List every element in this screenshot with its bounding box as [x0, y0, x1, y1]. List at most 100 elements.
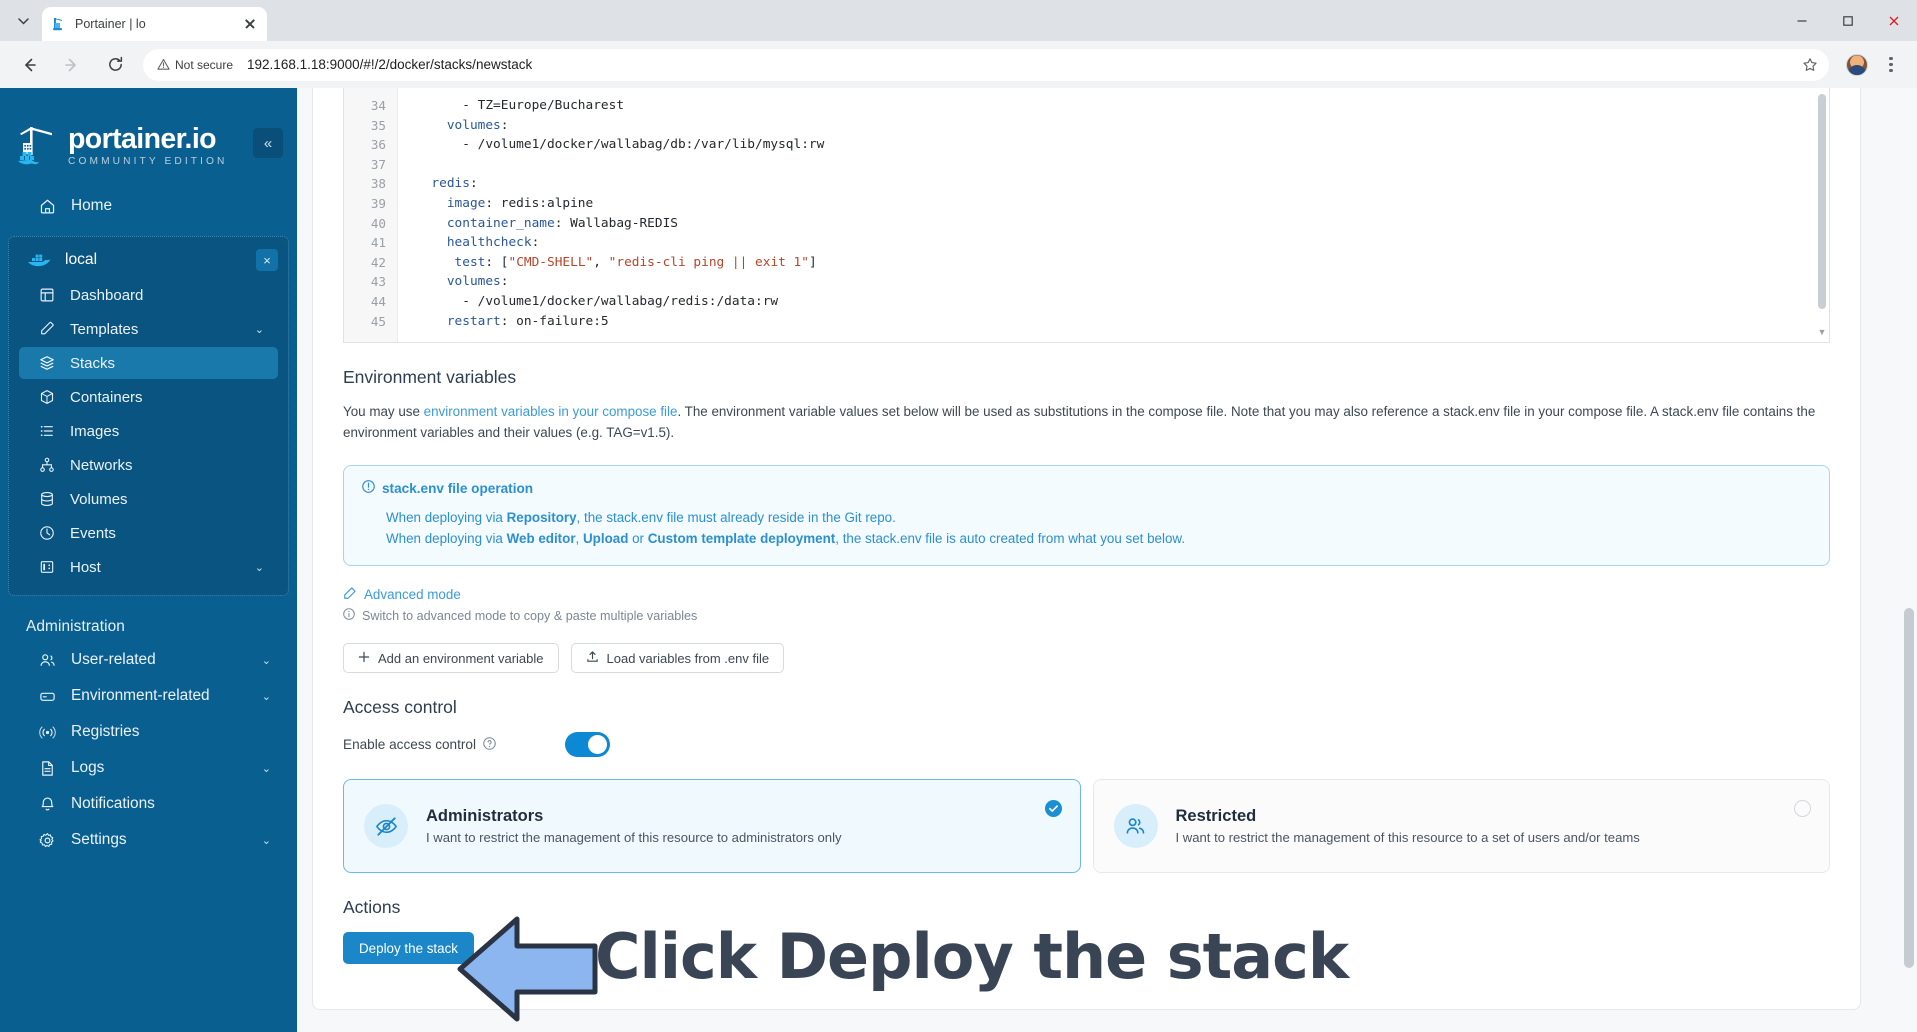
omnibox-actions — [1797, 52, 1825, 78]
maximize-icon[interactable] — [1825, 0, 1871, 41]
sidebar-item-logs[interactable]: Logs ⌄ — [12, 752, 285, 784]
reload-icon[interactable] — [98, 48, 132, 82]
editor-line-number: 40 — [370, 215, 386, 231]
env-var-buttons: Add an environment variable Load variabl… — [343, 643, 1830, 673]
sidebar-item-dashboard[interactable]: Dashboard — [19, 279, 278, 311]
access-option-radio[interactable] — [1794, 800, 1811, 817]
chevron-down-icon[interactable]: ⌄ — [262, 834, 271, 847]
stack-env-info-box: stack.env file operation When deploying … — [343, 465, 1830, 566]
sidebar-item-stacks[interactable]: Stacks — [19, 347, 278, 379]
star-icon[interactable] — [1797, 52, 1823, 78]
portainer-logo[interactable]: portainer.io COMMUNITY EDITION « — [0, 110, 297, 174]
compose-editor[interactable]: 34 35 36 37 38 39 40 41 42 43 44 45 - TZ=Europe/Buc… — [343, 88, 1830, 343]
sidebar-item-environment-related[interactable]: Environment-related ⌄ — [12, 680, 285, 712]
tab-close-icon[interactable] — [242, 16, 258, 32]
minimize-icon[interactable] — [1779, 0, 1825, 41]
sidebar-collapse-button[interactable]: « — [253, 128, 283, 158]
chevron-down-icon[interactable]: ⌄ — [262, 762, 271, 775]
editor-line-number: 45 — [370, 313, 386, 329]
window-controls — [1779, 0, 1917, 41]
line2-a: When deploying via — [386, 531, 507, 546]
events-clock-icon — [37, 524, 56, 543]
question-circle-icon[interactable] — [483, 736, 496, 753]
chevron-down-icon[interactable]: ⌄ — [262, 690, 271, 703]
browser-window: Portainer | lo Not secure 192.168.1.18:9… — [0, 0, 1917, 1032]
sidebar-item-notifications[interactable]: Notifications — [12, 788, 285, 820]
enable-access-control-row: Enable access control — [343, 732, 1830, 757]
page-scrollbar-track[interactable] — [1899, 88, 1917, 1032]
access-option-description: I want to restrict the management of thi… — [426, 830, 842, 845]
deploy-the-stack-button[interactable]: Deploy the stack — [343, 932, 474, 964]
sidebar-item-volumes[interactable]: Volumes — [19, 483, 278, 515]
access-option-restricted[interactable]: Restricted I want to restrict the manage… — [1092, 779, 1830, 873]
line2-web-editor: Web editor — [506, 531, 576, 546]
sidebar-item-events[interactable]: Events — [19, 517, 278, 549]
sidebar-item-settings[interactable]: Settings ⌄ — [12, 824, 285, 856]
environment-selector[interactable]: local × — [9, 243, 288, 277]
sidebar-item-containers[interactable]: Containers — [19, 381, 278, 413]
browser-tab[interactable]: Portainer | lo — [42, 7, 267, 41]
sidebar-item-label: Notifications — [71, 795, 155, 812]
advanced-mode-link[interactable]: Advanced mode — [343, 586, 1830, 603]
sidebar-item-user-related[interactable]: User-related ⌄ — [12, 644, 285, 676]
sidebar-item-label: Settings — [71, 831, 127, 848]
address-bar[interactable]: Not secure 192.168.1.18:9000/#!/2/docker… — [143, 48, 1829, 81]
sidebar-item-host[interactable]: Host ⌄ — [19, 551, 278, 583]
sidebar-item-registries[interactable]: Registries — [12, 716, 285, 748]
line1-a: When deploying via — [386, 510, 507, 525]
app-page: portainer.io COMMUNITY EDITION « Home lo… — [0, 88, 1917, 1032]
editor-code[interactable]: - TZ=Europe/Bucharest volumes: - /volume… — [398, 88, 1829, 342]
sidebar-item-templates[interactable]: Templates ⌄ — [19, 313, 278, 345]
access-option-administrators[interactable]: Administrators I want to restrict the ma… — [343, 779, 1081, 873]
editor-scroll-down-icon[interactable]: ▼ — [1816, 326, 1828, 338]
security-status[interactable]: Not secure — [151, 55, 241, 75]
enable-access-control-toggle[interactable] — [565, 732, 610, 757]
docker-whale-icon — [27, 250, 53, 270]
main-content: 34 35 36 37 38 39 40 41 42 43 44 45 - TZ=Europe/Buc… — [297, 88, 1917, 1032]
sidebar-item-label: Dashboard — [70, 286, 144, 304]
chevron-down-icon[interactable]: ⌄ — [255, 561, 264, 574]
sidebar-item-label: Templates — [70, 320, 139, 338]
line2-custom-template: Custom template deployment — [647, 531, 836, 546]
back-arrow-icon[interactable] — [12, 48, 46, 82]
sidebar-item-label: Networks — [70, 456, 133, 474]
editor-line: volumes: — [446, 274, 509, 290]
editor-line: healthcheck: — [446, 235, 540, 251]
tab-search-chevron-down-icon[interactable] — [6, 4, 40, 38]
home-icon — [38, 197, 57, 216]
chevron-down-icon[interactable]: ⌄ — [262, 654, 271, 667]
env-vars-doc-link[interactable]: environment variables in your compose fi… — [424, 404, 678, 419]
sidebar-item-label: Containers — [70, 388, 143, 406]
gear-icon — [38, 831, 57, 850]
warning-triangle-icon — [157, 58, 170, 71]
editor-line-number: 39 — [370, 195, 386, 211]
plus-icon — [358, 651, 370, 666]
sidebar-section-administration: Administration — [26, 618, 125, 635]
chevron-down-icon[interactable]: ⌄ — [255, 323, 264, 336]
template-edit-icon — [37, 320, 56, 339]
sidebar-item-label: Registries — [71, 723, 140, 740]
environment-close-icon[interactable]: × — [256, 249, 278, 271]
portainer-favicon-icon — [51, 16, 67, 32]
forward-arrow-icon[interactable] — [55, 48, 89, 82]
load-variables-from-env-file-button[interactable]: Load variables from .env file — [570, 643, 785, 673]
editor-line-number: 41 — [370, 235, 386, 251]
editor-scrollbar-thumb[interactable] — [1818, 94, 1826, 309]
kebab-menu-icon[interactable] — [1877, 51, 1905, 79]
info-box-title: stack.env file operation — [382, 480, 534, 496]
avatar[interactable] — [1846, 53, 1868, 76]
editor-line: - TZ=Europe/Bucharest — [416, 98, 625, 113]
portainer-crane-icon — [18, 123, 60, 169]
access-option-selected-check-icon[interactable] — [1044, 800, 1062, 817]
access-option-title: Restricted — [1175, 807, 1257, 825]
window-close-icon[interactable] — [1871, 0, 1917, 41]
info-circle-icon — [343, 608, 355, 623]
page-scrollbar-thumb[interactable] — [1904, 608, 1914, 968]
sidebar-item-home[interactable]: Home — [12, 190, 285, 222]
sidebar-item-images[interactable]: Images — [19, 415, 278, 447]
sidebar-item-label: Stacks — [70, 354, 116, 372]
pencil-square-icon — [343, 586, 357, 603]
sidebar-item-label: Images — [70, 422, 120, 440]
sidebar-item-networks[interactable]: Networks — [19, 449, 278, 481]
add-environment-variable-button[interactable]: Add an environment variable — [343, 643, 559, 673]
